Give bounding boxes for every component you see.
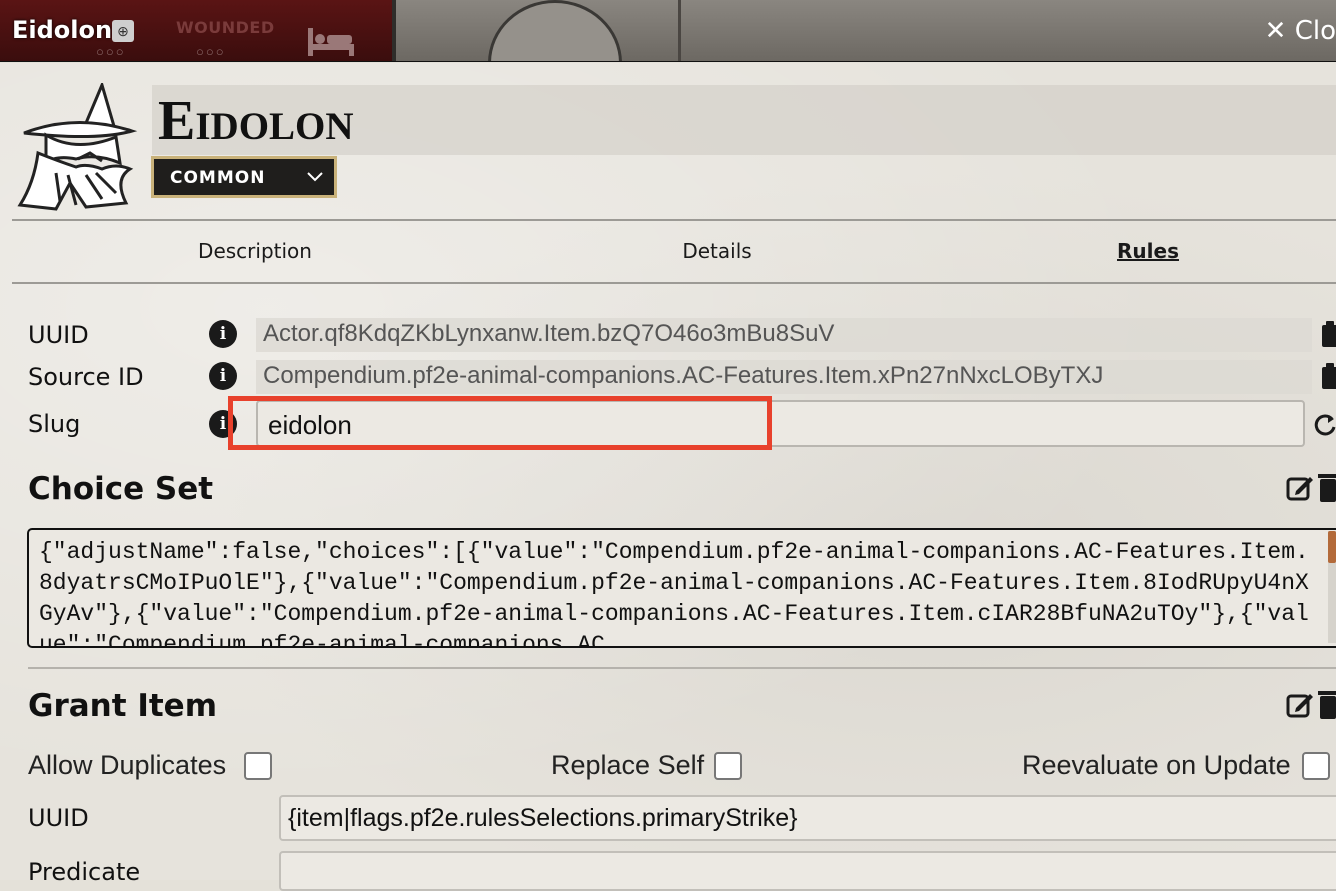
tabs-divider-line — [12, 282, 1336, 284]
header-divider — [0, 61, 1336, 62]
reevaluate-on-update-label: Reevaluate on Update — [1022, 750, 1291, 780]
clipboard-icon[interactable] — [1320, 321, 1336, 347]
info-icon[interactable]: i — [209, 362, 237, 390]
window-header: WOUNDED ○○○ ○○○ Eidolon ⊕ ✕ Clo — [0, 0, 1336, 62]
trash-icon[interactable] — [1318, 472, 1336, 502]
globe-icon[interactable]: ⊕ — [112, 20, 134, 42]
info-icon[interactable]: i — [209, 320, 237, 348]
section-divider-line — [28, 667, 1336, 669]
wounded-pips[interactable]: ○○○ — [196, 44, 226, 59]
source-id-label: Source ID — [28, 363, 144, 391]
slug-input[interactable]: eidolon — [256, 400, 1305, 447]
predicate-input[interactable] — [279, 851, 1336, 891]
edit-icon[interactable] — [1286, 690, 1314, 718]
uuid-label: UUID — [28, 321, 89, 349]
tab-description[interactable]: Description — [198, 239, 312, 263]
replace-self-checkbox[interactable] — [714, 752, 742, 780]
wizard-logo-icon[interactable] — [16, 83, 138, 211]
allow-duplicates-checkbox[interactable] — [244, 752, 272, 780]
close-button[interactable]: ✕ Clo — [1265, 16, 1336, 46]
header-divider-line — [12, 219, 1336, 221]
grant-item-title: Grant Item — [28, 688, 218, 724]
item-name[interactable]: Eidolon — [158, 89, 354, 153]
source-id-value: Compendium.pf2e-animal-companions.AC-Fea… — [256, 360, 1312, 394]
item-sheet: Eidolon COMMON Description Details Rules… — [0, 63, 1336, 891]
edit-icon[interactable] — [1286, 473, 1314, 501]
allow-duplicates-label: Allow Duplicates — [28, 750, 227, 780]
choice-set-json-editor[interactable]: {"adjustName":false,"choices":[{"value":… — [27, 528, 1336, 648]
dying-pips[interactable]: ○○○ — [96, 44, 126, 59]
predicate-label: Predicate — [28, 858, 141, 886]
grant-uuid-input[interactable]: {item|flags.pf2e.rulesSelections.primary… — [279, 795, 1336, 841]
bed-icon[interactable] — [306, 26, 356, 58]
tab-rules[interactable]: Rules — [1117, 239, 1179, 263]
rarity-value: COMMON — [170, 168, 266, 188]
tab-details[interactable]: Details — [682, 239, 751, 263]
wounded-label: WOUNDED — [176, 18, 275, 37]
window-title[interactable]: Eidolon — [12, 16, 112, 44]
chevron-down-icon — [307, 172, 323, 182]
json-scrollbar[interactable] — [1328, 531, 1336, 643]
replace-self-label: Replace Self — [551, 750, 705, 780]
refresh-icon[interactable] — [1314, 411, 1336, 437]
info-icon[interactable]: i — [209, 410, 237, 438]
trash-icon[interactable] — [1318, 689, 1336, 719]
header-panel-frame — [678, 0, 1336, 62]
reevaluate-on-update-checkbox[interactable] — [1302, 752, 1330, 780]
sheet-tabs: Description Details Rules — [0, 235, 1336, 271]
grant-uuid-label: UUID — [28, 804, 89, 832]
json-scrollbar-thumb[interactable] — [1328, 531, 1336, 563]
uuid-value: Actor.qf8KdqZKbLynxanw.Item.bzQ7O46o3mBu… — [256, 318, 1312, 352]
clipboard-icon[interactable] — [1320, 363, 1336, 389]
slug-label: Slug — [28, 410, 81, 438]
rarity-select[interactable]: COMMON — [151, 156, 337, 198]
choice-set-title: Choice Set — [28, 471, 214, 507]
